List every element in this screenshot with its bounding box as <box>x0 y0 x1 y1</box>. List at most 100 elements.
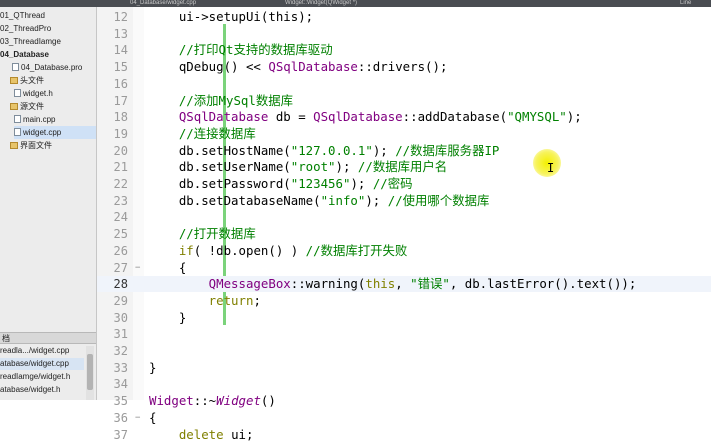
code-line[interactable]: QMessageBox::warning(this, "错误", db.last… <box>149 276 637 292</box>
code-line[interactable]: db.setPassword("123456"); //密码 <box>149 176 413 192</box>
folder-icon <box>10 142 18 149</box>
line-number: 37 <box>113 427 128 442</box>
code-token: ); <box>335 159 358 175</box>
code-token: , <box>395 276 411 292</box>
folder-icon <box>10 77 18 84</box>
line-number: 22 <box>113 177 128 191</box>
code-token: db.setHostName( <box>149 142 291 158</box>
code-token: { <box>149 409 157 425</box>
code-line[interactable]: db.setDatabaseName("info"); //使用哪个数据库 <box>149 193 490 209</box>
tree-item-label: widget.cpp <box>23 128 62 137</box>
code-line[interactable]: //连接数据库 <box>149 126 256 142</box>
file-icon <box>12 63 19 71</box>
line-number: 25 <box>113 227 128 242</box>
line-number: 24 <box>113 210 128 225</box>
line-number: 33 <box>113 360 128 375</box>
open-document-item[interactable]: atabase/widget.cpp <box>0 358 84 370</box>
code-token: "错误" <box>410 276 450 292</box>
fold-toggle-icon[interactable]: − <box>135 260 140 276</box>
tree-item-label: 03_ThreadIamge <box>0 37 61 46</box>
code-token: //密码 <box>372 176 413 191</box>
line-number: 26 <box>113 243 128 258</box>
line-number: 19 <box>113 126 128 141</box>
code-line[interactable]: } <box>149 360 156 376</box>
tree-item[interactable]: main.cpp <box>14 113 96 126</box>
code-token: qDebug() << <box>149 59 269 75</box>
file-icon <box>14 128 21 136</box>
tree-item[interactable]: 源文件 <box>10 100 96 113</box>
code-token: { <box>149 259 187 275</box>
tree-item[interactable]: 04_Database <box>0 48 96 61</box>
tree-item[interactable]: 界面文件 <box>10 139 96 152</box>
open-document-item[interactable]: readIamge/widget.h <box>0 371 84 383</box>
tree-item[interactable]: widget.cpp <box>14 126 96 139</box>
tree-item[interactable]: 02_ThreadPro <box>0 22 96 35</box>
code-line[interactable]: qDebug() << QSqlDatabase::drivers(); <box>149 59 448 75</box>
line-number: 18 <box>113 110 128 125</box>
code-line[interactable]: QSqlDatabase db = QSqlDatabase::addDatab… <box>149 109 582 125</box>
code-token: Widget <box>216 393 261 409</box>
tree-item[interactable]: 04_Database.pro <box>12 61 96 74</box>
code-line[interactable]: delete ui; <box>149 426 254 443</box>
project-tree: 01_QThread 02_ThreadPro 03_ThreadIamge 04_D… <box>0 7 96 332</box>
tree-item-label: 02_ThreadPro <box>0 24 52 33</box>
code-line[interactable]: { <box>149 410 156 426</box>
code-token: } <box>149 309 187 325</box>
code-token: ::drivers(); <box>357 59 448 75</box>
code-line[interactable]: if( !db.open() ) //数据库打开失败 <box>149 242 408 259</box>
class-tab[interactable]: Widget::Widget(QWidget *) <box>285 0 395 7</box>
code-token: //打开数据库 <box>149 226 256 242</box>
tree-item[interactable]: 03_ThreadIamge <box>0 35 96 48</box>
code-token: "root" <box>290 159 336 175</box>
code-token: Widget <box>149 393 194 409</box>
code-editor[interactable]: 12 ui->setupUi(this); 13 14 //打印Qt支持的数据库驱动… <box>97 7 711 442</box>
fold-margin <box>133 7 144 400</box>
code-token: //数据库打开失败 <box>305 242 408 258</box>
line-number: 20 <box>113 143 128 158</box>
code-line[interactable]: //打印Qt支持的数据库驱动 <box>149 42 333 58</box>
code-token: , db.lastError().text()); <box>449 276 637 292</box>
file-tab[interactable]: 04_Database/widget.cpp <box>130 0 250 7</box>
tree-item[interactable]: 头文件 <box>10 74 96 87</box>
code-token: ui; <box>223 426 254 442</box>
open-document-item[interactable]: atabase/widget.h <box>0 384 84 396</box>
fold-toggle-icon[interactable]: − <box>135 410 140 426</box>
line-number: 27 <box>113 260 128 275</box>
scrollbar-thumb[interactable] <box>87 354 93 390</box>
code-line[interactable]: ui->setupUi(this); <box>149 9 313 25</box>
line-number: 35 <box>113 394 128 409</box>
code-line[interactable]: return; <box>149 293 261 309</box>
tree-item-label: widget.h <box>23 89 53 98</box>
line-number: 21 <box>113 160 128 175</box>
code-line[interactable]: db.setUserName("root"); //数据库用户名 <box>149 159 447 175</box>
code-line[interactable]: //打开数据库 <box>149 226 256 242</box>
code-line[interactable]: //添加MySql数据库 <box>149 93 293 109</box>
code-line[interactable]: { <box>149 260 186 276</box>
open-document-item[interactable]: readla.../widget.cpp <box>0 345 84 357</box>
tree-item-label: 01_QThread <box>0 11 45 20</box>
folder-icon <box>10 103 18 110</box>
code-token: ; <box>253 292 261 308</box>
code-token: //打印Qt支持的数据库驱动 <box>149 42 333 58</box>
code-token: } <box>149 359 157 375</box>
project-sidebar: 01_QThread 02_ThreadPro 03_ThreadIamge 04_D… <box>0 7 97 400</box>
line-number: 13 <box>113 26 128 41</box>
tree-item[interactable]: 01_QThread <box>0 9 96 22</box>
line-number: 16 <box>113 76 128 91</box>
tree-item-label: main.cpp <box>23 115 56 124</box>
open-documents-scrollbar[interactable] <box>86 346 94 400</box>
code-line[interactable]: } <box>149 310 186 326</box>
code-line[interactable]: Widget::~Widget() <box>149 393 276 409</box>
code-line[interactable]: db.setHostName("127.0.0.1"); //数据库服务器IP <box>149 142 500 159</box>
code-token: //添加MySql数据库 <box>149 92 294 108</box>
code-token: //数据库服务器IP <box>395 142 500 158</box>
tree-item-label: 04_Database <box>0 50 49 59</box>
line-indicator: Line <box>680 0 692 6</box>
code-token: QSqlDatabase <box>149 109 269 125</box>
code-token: ::warning( <box>290 276 366 292</box>
code-token: QSqlDatabase <box>268 59 358 75</box>
code-token: () <box>260 393 276 409</box>
editor-toolbar: 04_Database/widget.cpp Widget::Widget(QW… <box>0 0 711 7</box>
tree-item[interactable]: widget.h <box>14 87 96 100</box>
code-token: delete <box>149 426 224 442</box>
